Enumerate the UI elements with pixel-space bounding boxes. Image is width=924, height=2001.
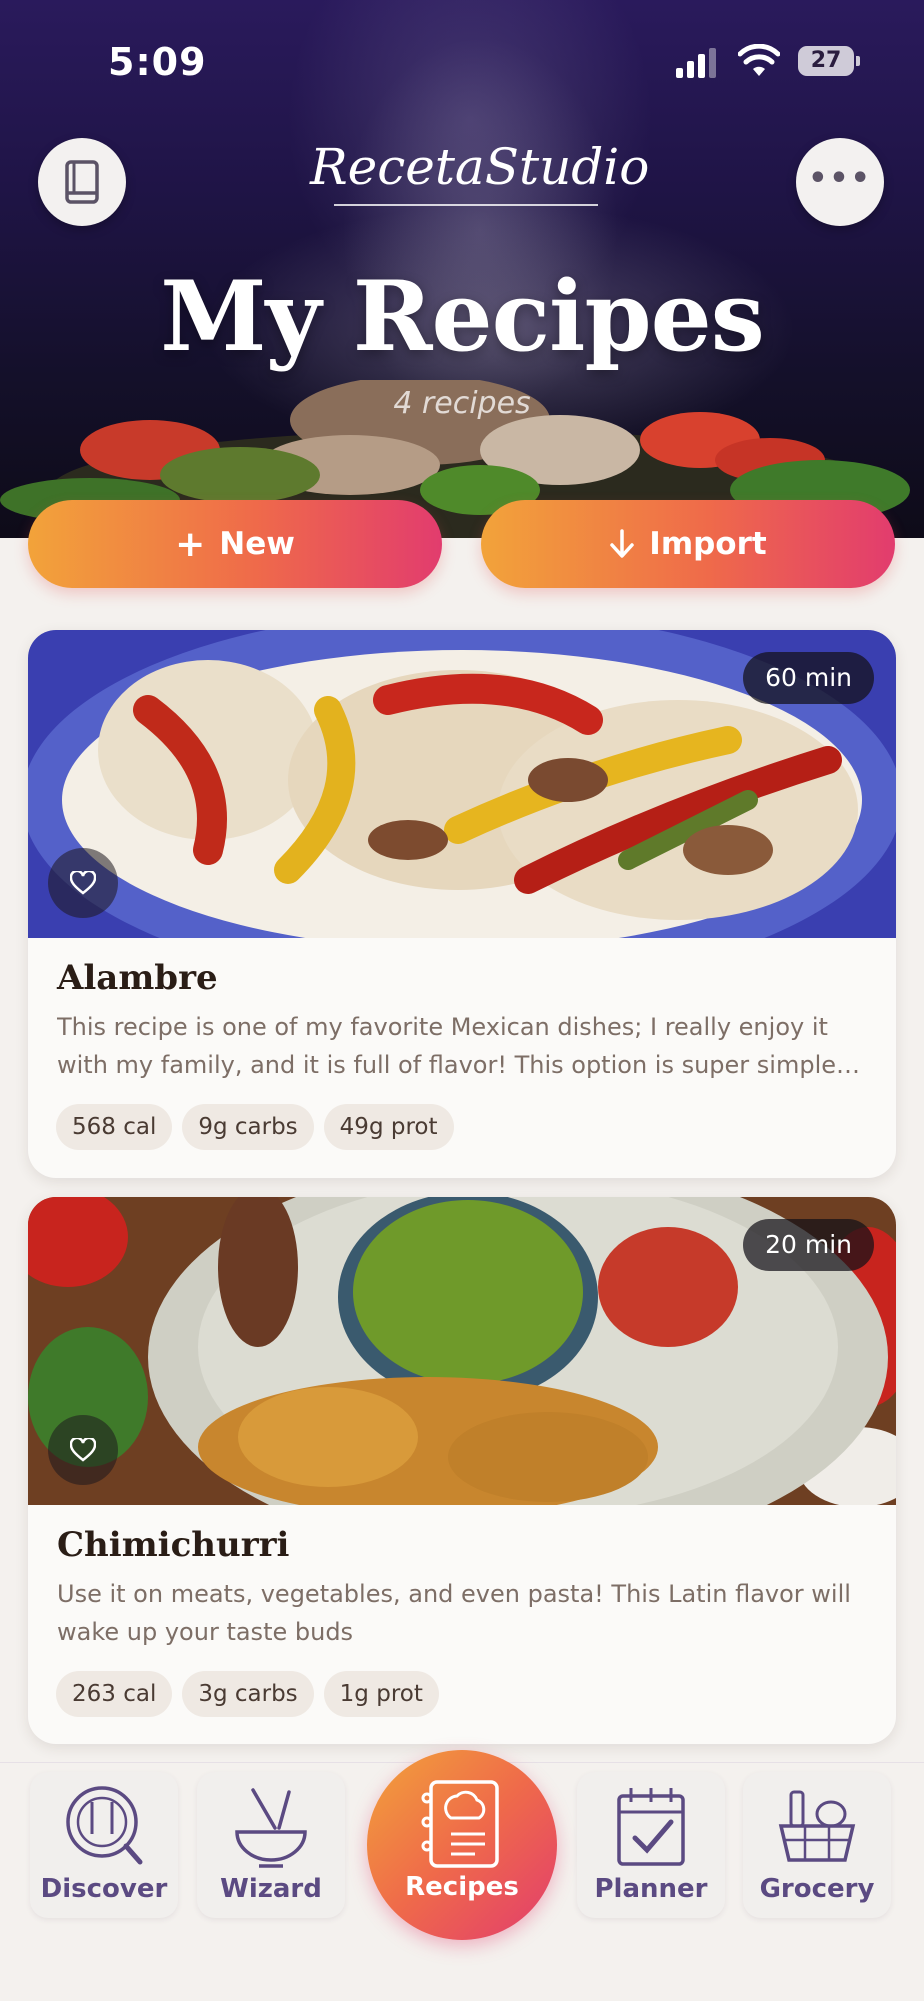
recipe-book-icon	[421, 1780, 499, 1868]
nav-label: Planner	[594, 1874, 708, 1904]
app-logo: RecetaStudio	[310, 138, 650, 196]
recipe-book-button[interactable]	[38, 138, 126, 226]
carbs-chip: 3g carbs	[182, 1671, 314, 1717]
book-icon	[65, 160, 99, 204]
signal-icon	[676, 48, 722, 78]
import-recipe-button[interactable]: Import	[481, 500, 895, 588]
cook-time-badge: 20 min	[743, 1219, 874, 1271]
status-bar: 5:09 27	[0, 40, 924, 84]
recipe-card[interactable]: 20 min Chimichurri Use it on meats, vege…	[28, 1197, 896, 1744]
ellipsis-icon: •••	[808, 160, 872, 196]
favorite-button[interactable]	[48, 1415, 118, 1485]
hero-banner: 5:09 27 RecetaStudio ••• My Recipes 4 re…	[0, 0, 924, 538]
cook-time-badge: 60 min	[743, 652, 874, 704]
grocery-basket-icon	[778, 1790, 856, 1862]
page-title: My Recipes	[160, 260, 765, 373]
protein-chip: 49g prot	[323, 1104, 454, 1150]
recipe-card[interactable]: 60 min Alambre This recipe is one of my …	[28, 630, 896, 1178]
calendar-icon	[617, 1788, 685, 1866]
calories-chip: 568 cal	[56, 1104, 173, 1150]
battery-icon: 27	[798, 46, 860, 76]
nav-recipes[interactable]: Recipes	[367, 1750, 557, 1940]
protein-chip: 1g prot	[323, 1671, 439, 1717]
nav-label: Recipes	[405, 1872, 519, 1902]
nav-label: Wizard	[220, 1874, 322, 1904]
more-options-button[interactable]: •••	[796, 138, 884, 226]
arrow-down-icon	[610, 529, 635, 558]
import-button-label: Import	[649, 526, 767, 562]
nutrition-chips: 263 cal 3g carbs 1g prot	[56, 1671, 439, 1717]
nav-grocery[interactable]: Grocery	[743, 1772, 891, 1918]
recipe-description: Use it on meats, vegetables, and even pa…	[57, 1580, 851, 1646]
nutrition-chips: 568 cal 9g carbs 49g prot	[56, 1104, 454, 1150]
status-time: 5:09	[108, 40, 207, 84]
plate-search-icon	[66, 1786, 143, 1865]
recipe-title: Alambre	[57, 958, 218, 998]
logo-underline	[334, 204, 598, 206]
heart-icon	[70, 1438, 96, 1462]
favorite-button[interactable]	[48, 848, 118, 918]
carbs-chip: 9g carbs	[182, 1104, 314, 1150]
new-recipe-button[interactable]: + New	[28, 500, 442, 588]
new-button-label: New	[219, 526, 295, 562]
recipe-description: This recipe is one of my favorite Mexica…	[57, 1013, 844, 1079]
calories-chip: 263 cal	[56, 1671, 173, 1717]
mixing-bowl-icon	[235, 1788, 307, 1868]
heart-icon	[70, 871, 96, 895]
nav-label: Discover	[40, 1874, 168, 1904]
nav-label: Grocery	[759, 1874, 875, 1904]
recipe-count: 4 recipes	[393, 386, 531, 421]
recipe-title: Chimichurri	[57, 1525, 290, 1565]
nav-planner[interactable]: Planner	[577, 1772, 725, 1918]
nav-wizard[interactable]: Wizard	[197, 1772, 345, 1918]
wifi-icon	[738, 44, 780, 76]
nav-discover[interactable]: Discover	[30, 1772, 178, 1918]
plus-icon: +	[175, 523, 206, 565]
